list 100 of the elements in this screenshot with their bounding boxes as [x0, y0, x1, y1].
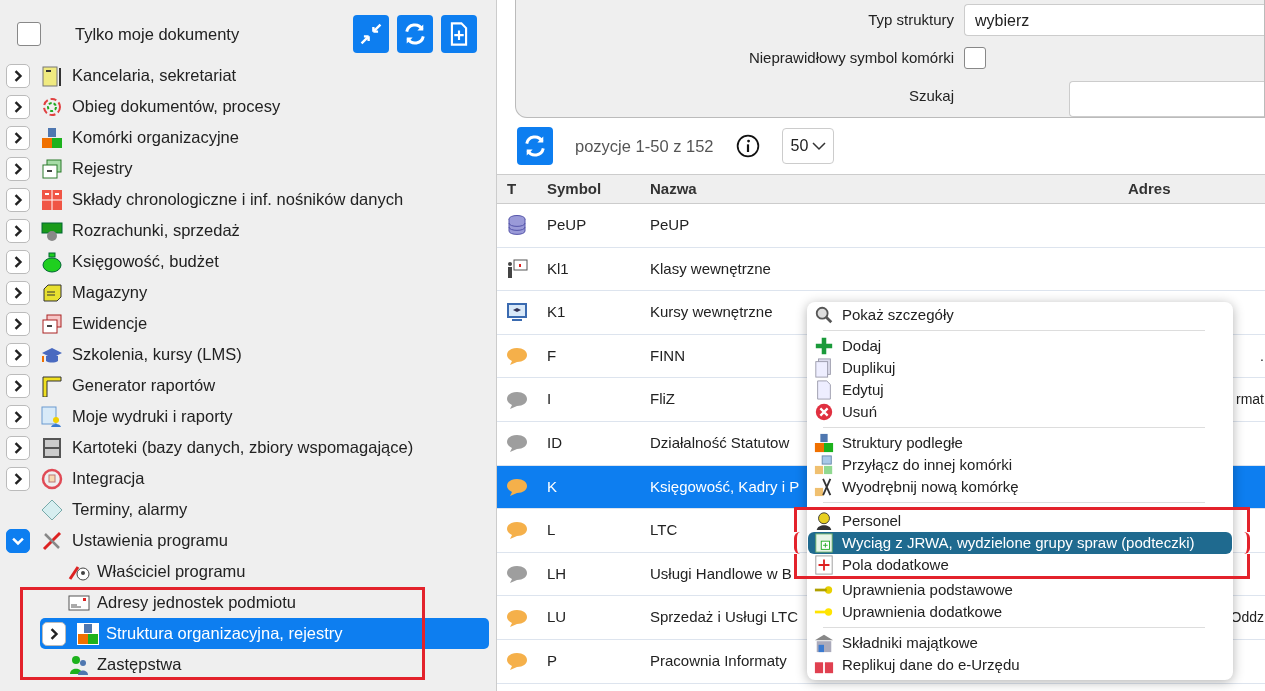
table-cell: Klasy wewnętrzne [650, 259, 771, 277]
table-cell: LU [547, 608, 567, 626]
tree-item[interactable]: Integracja [70, 464, 147, 493]
tree-item[interactable]: Ustawienia programu [70, 526, 230, 555]
column-header[interactable]: Nazwa [640, 174, 1128, 204]
plug-icon [41, 467, 63, 490]
tree-item[interactable]: Ewidencje [70, 309, 150, 338]
menu-item[interactable]: Uprawnienia podstawowe [808, 579, 1232, 601]
tree-item[interactable]: Moje wydruki i raporty [70, 402, 235, 431]
presenter-icon [506, 257, 528, 280]
expand-toggle[interactable] [6, 125, 30, 150]
grid-icon [41, 188, 63, 211]
money-bag-icon [41, 250, 63, 273]
tree-item[interactable]: Magazyny [70, 278, 150, 307]
expand-toggle[interactable] [6, 94, 30, 119]
table-cell: ID [547, 434, 562, 451]
tree-item[interactable]: Generator raportów [70, 371, 218, 400]
expand-toggle[interactable] [6, 218, 30, 243]
menu-item[interactable]: Przyłącz do innej komórki [808, 454, 1232, 476]
checkbox[interactable] [17, 22, 41, 46]
tree-item[interactable]: Szkolenia, kursy (LMS) [70, 340, 244, 369]
page-size-select[interactable]: 50 [781, 128, 835, 164]
menu-item[interactable]: Dodaj [808, 335, 1232, 357]
expand-toggle[interactable] [6, 311, 30, 336]
ruler-icon [41, 374, 63, 397]
tree-item[interactable]: Składy chronologiczne i inf. nośników danych [70, 185, 406, 214]
arrows-in-icon [358, 21, 384, 47]
table-cell: PeUP [547, 216, 587, 234]
expand-toggle[interactable] [6, 404, 30, 429]
field-label: Typ struktury [867, 9, 955, 30]
table-cell: F [547, 346, 557, 364]
document-icon [814, 380, 834, 400]
expand-toggle[interactable] [6, 187, 30, 212]
table-cell: Kl1 [547, 259, 569, 277]
column-header[interactable]: Adres [1128, 174, 1265, 204]
documents-icon [814, 358, 834, 378]
expand-toggle[interactable] [6, 435, 30, 460]
drawer-icon [41, 312, 63, 335]
search-field[interactable] [1069, 80, 1264, 117]
refresh-button[interactable] [397, 15, 433, 53]
collapse-button[interactable] [353, 15, 389, 53]
field-label: Nieprawidłowy symbol komórki [747, 48, 955, 69]
table-cell: I [547, 390, 552, 408]
tree-item[interactable]: Właściciel programu [40, 556, 489, 587]
tree-item[interactable]: Rozrachunki, sprzedaż [70, 216, 242, 245]
expand-toggle[interactable] [6, 466, 30, 491]
table-cell: LH [547, 564, 567, 582]
expand-toggle[interactable] [42, 621, 66, 646]
binder-icon [41, 64, 63, 87]
tree-item[interactable]: Komórki organizacyjne [70, 123, 241, 152]
person-icon [814, 511, 834, 531]
menu-item[interactable]: Usuń [808, 401, 1232, 423]
tree-item[interactable]: Kartoteki (bazy danych, zbiory wspomagające) [70, 433, 416, 462]
expand-toggle[interactable] [6, 342, 30, 367]
chevron-down-icon [811, 140, 828, 152]
magnifier-icon [814, 305, 834, 325]
tree-item[interactable]: Księgowość, budżet [70, 247, 221, 276]
menu-item[interactable]: Pokaż szczegóły [808, 304, 1232, 326]
menu-item[interactable]: Edytuj [808, 379, 1232, 401]
field-label: Szukaj [907, 86, 955, 107]
info-icon [735, 134, 760, 158]
table-cell: Usługi Handlowe w B [650, 564, 792, 582]
menu-item[interactable]: Pola dodatkowe [794, 554, 1250, 579]
checkbox[interactable] [964, 47, 986, 70]
structure-type-select[interactable]: wybierz [964, 4, 1264, 36]
table-cell: PeUP [650, 216, 690, 234]
expand-toggle[interactable] [6, 63, 30, 88]
table-cell: Sprzedaż i Usługi LTC [650, 608, 799, 626]
column-header[interactable]: Symbol [537, 174, 640, 204]
menu-item[interactable]: Składniki majątkowe [808, 632, 1232, 654]
tools-icon [41, 529, 63, 552]
user-document-icon [41, 405, 63, 428]
table-cell: . [1260, 347, 1264, 364]
tree-item[interactable]: Kancelaria, sekretariat [70, 61, 239, 90]
menu-item[interactable]: Personel [794, 507, 1250, 532]
tree-item[interactable]: Obieg dokumentów, procesy [70, 92, 283, 121]
table-cell: Kursy wewnętrzne [650, 303, 773, 321]
expand-toggle[interactable] [6, 249, 30, 274]
menu-item[interactable]: Uprawnienia dodatkowe [808, 601, 1232, 623]
new-document-button[interactable] [441, 15, 477, 53]
tree-item[interactable]: Terminy, alarmy [70, 495, 190, 524]
expand-toggle[interactable] [6, 156, 30, 181]
expand-toggle[interactable] [6, 280, 30, 305]
menu-item[interactable]: Wyodrębnij nową komórkę [808, 476, 1232, 498]
table-icon [814, 533, 834, 553]
table-cell: FINN [650, 346, 685, 364]
tree-item[interactable]: Rejestry [70, 154, 135, 183]
diamond-icon [41, 498, 63, 521]
refresh-button[interactable] [517, 127, 553, 165]
column-header[interactable]: T [497, 174, 537, 204]
range-text: pozycje 1-50 z 152 [575, 135, 714, 157]
drawer-icon [41, 157, 63, 180]
menu-item[interactable]: Wyciąg z JRWA, wydzielone grupy spraw (podteczki) [794, 532, 1250, 554]
expand-toggle[interactable] [6, 373, 30, 398]
expand-toggle[interactable] [6, 528, 30, 553]
table-cell: K1 [547, 303, 566, 321]
menu-item[interactable]: Replikuj dane do e-Urzędu [808, 654, 1232, 676]
building-icon [814, 633, 834, 653]
menu-item[interactable]: Struktury podległe [808, 432, 1232, 454]
menu-item[interactable]: Duplikuj [808, 357, 1232, 379]
